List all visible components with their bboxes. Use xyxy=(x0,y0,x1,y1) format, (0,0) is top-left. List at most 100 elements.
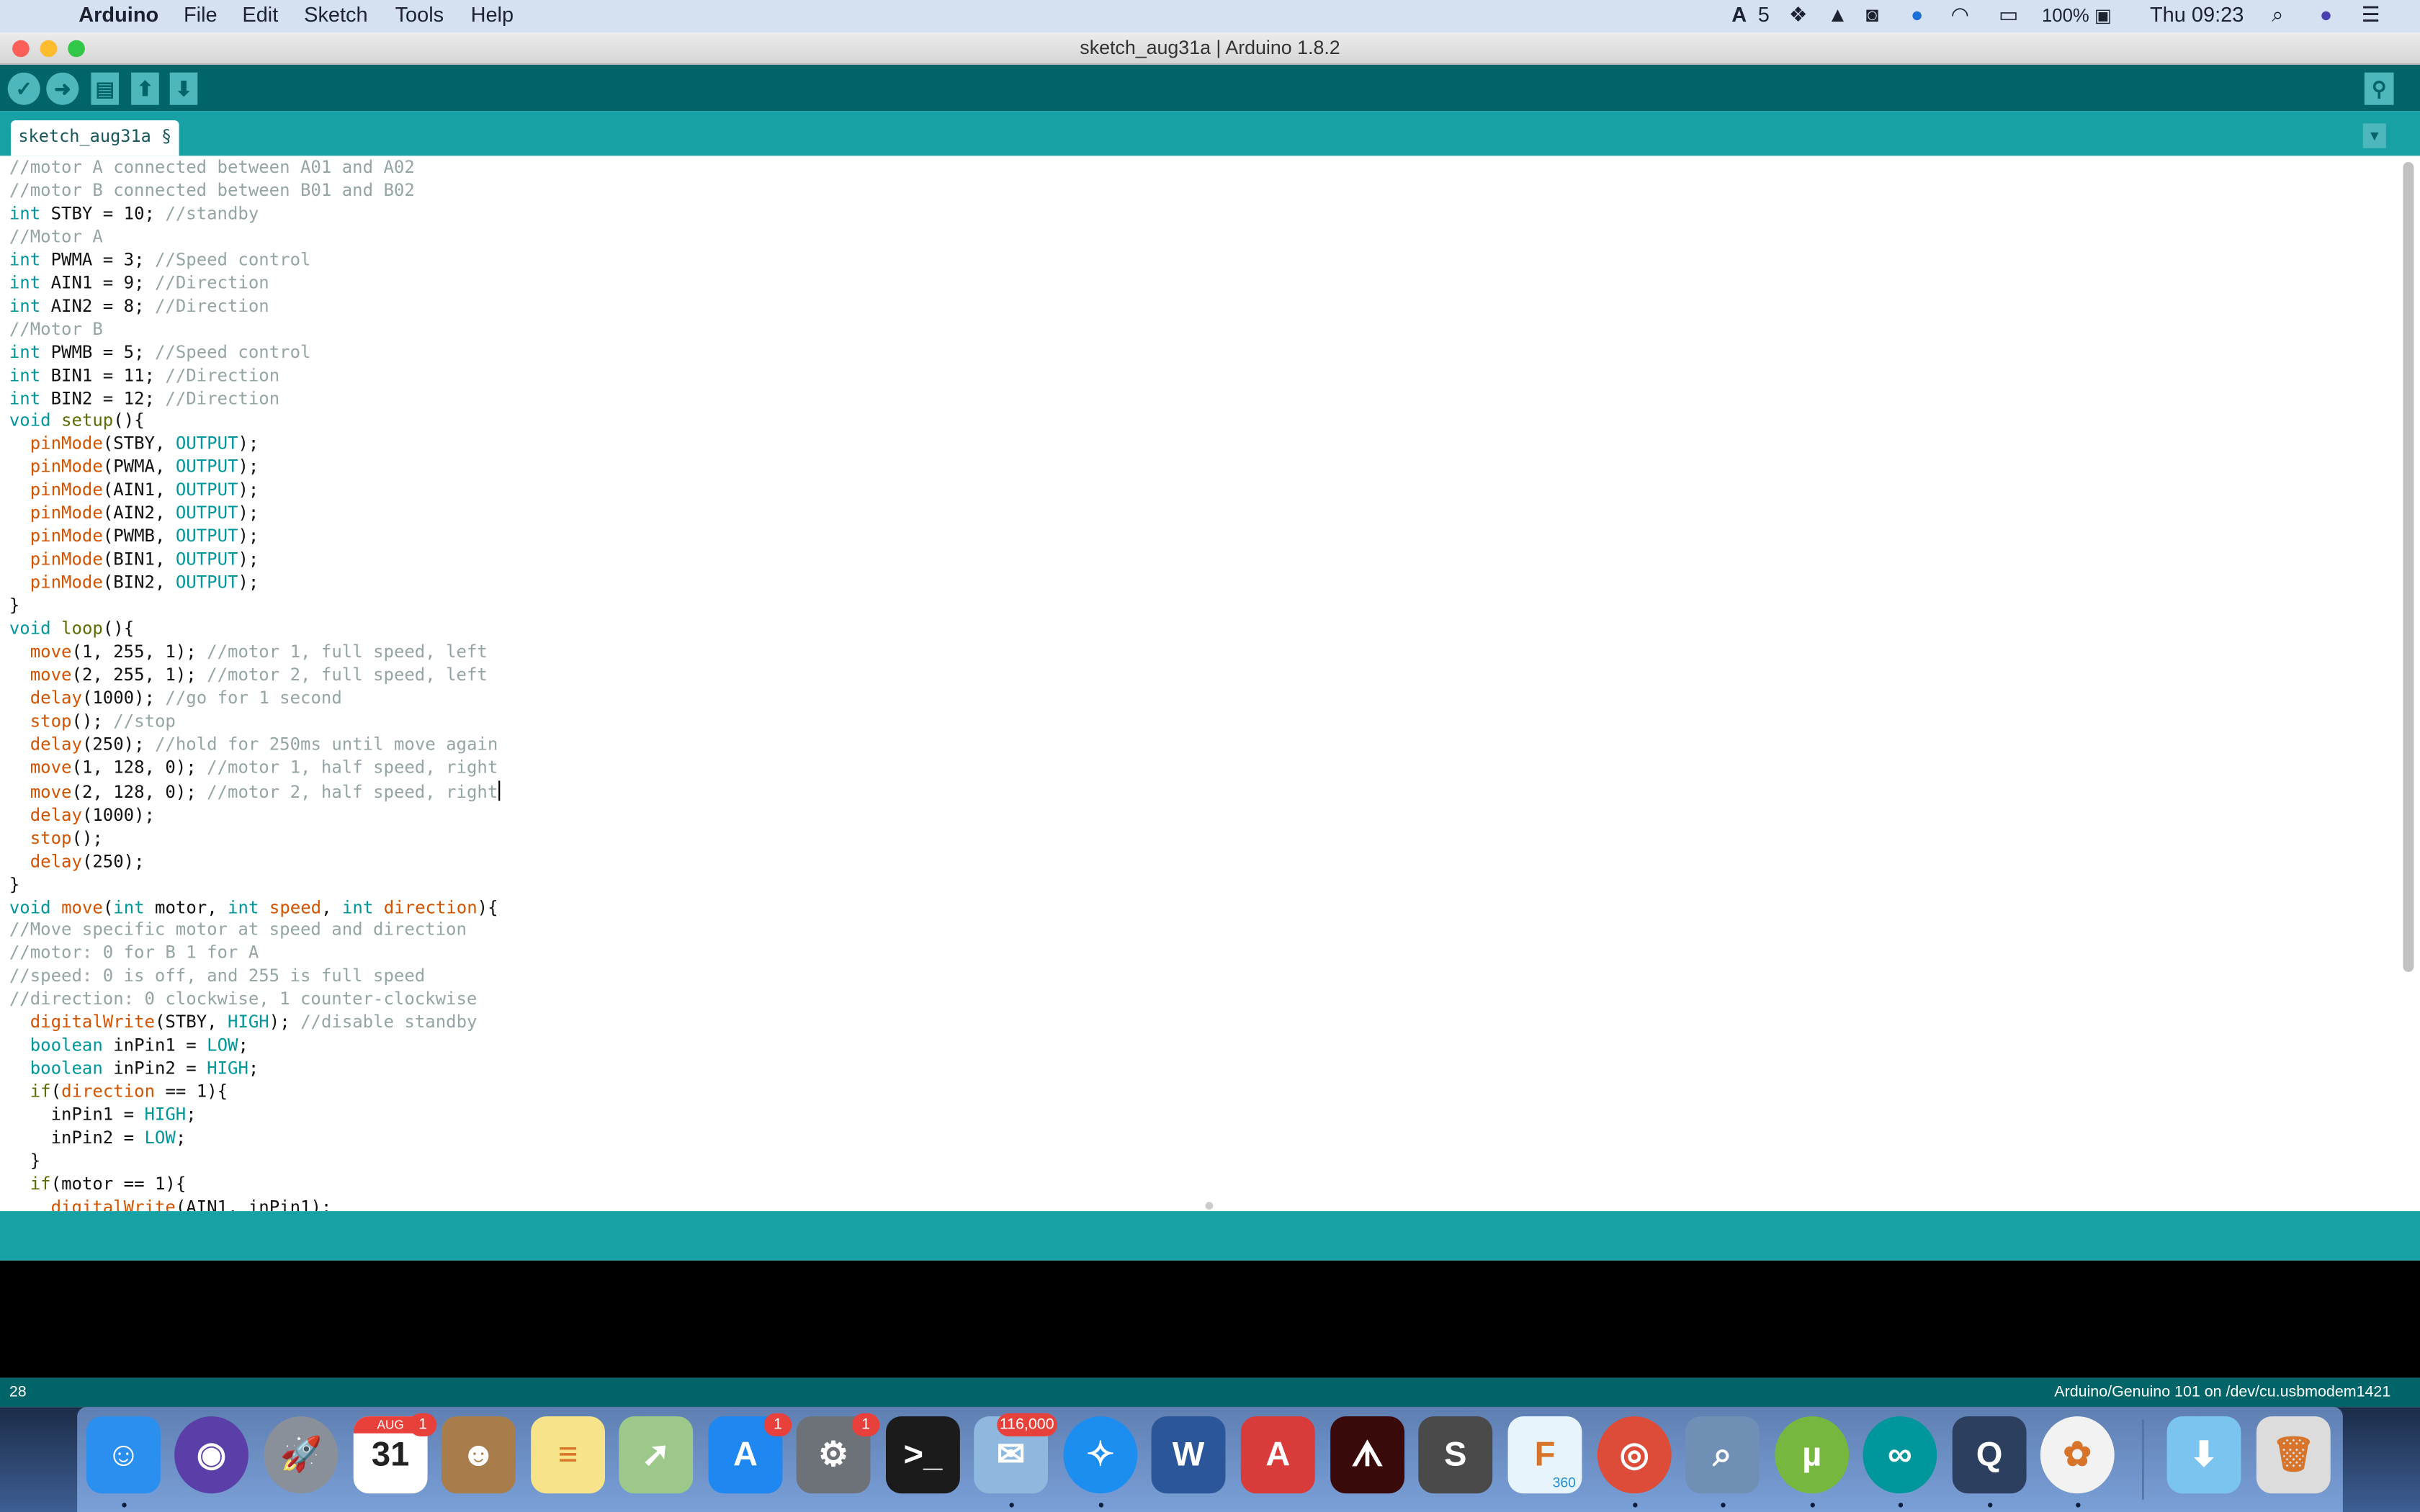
code-line[interactable]: move(1, 128, 0); //motor 1, half speed, … xyxy=(9,757,500,780)
tab-sketch[interactable]: sketch_aug31a § xyxy=(11,120,179,156)
dock-calendar-icon[interactable]: 31 AUG 1 xyxy=(353,1413,437,1494)
code-line[interactable]: boolean inPin2 = HIGH; xyxy=(9,1058,500,1081)
code-editor[interactable]: //motor A connected between A01 and A02/… xyxy=(0,156,2420,1212)
dock-word-icon[interactable]: W xyxy=(1151,1416,1226,1494)
dock-downloads-icon[interactable]: ⬇ xyxy=(2166,1416,2241,1494)
code-line[interactable]: delay(250); //hold for 250ms until move … xyxy=(9,734,500,757)
code-line[interactable]: inPin2 = LOW; xyxy=(9,1128,500,1151)
dock-safari-icon[interactable]: ✧ xyxy=(1063,1416,1138,1494)
dock-arduino-icon[interactable]: ∞ xyxy=(1863,1416,1937,1494)
code-line[interactable]: move(2, 255, 1); //motor 2, full speed, … xyxy=(9,665,500,688)
adobe-icon[interactable]: A xyxy=(1731,3,1747,26)
code-line[interactable]: //motor B connected between B01 and B02 xyxy=(9,181,500,204)
dock-siri-icon[interactable]: ◉ xyxy=(174,1416,248,1494)
spotlight-icon[interactable]: ⌕ xyxy=(2272,3,2283,27)
code-line[interactable]: move(2, 128, 0); //motor 2, half speed, … xyxy=(9,780,500,805)
code-line[interactable]: stop(); xyxy=(9,828,500,851)
code-line[interactable]: } xyxy=(9,595,500,618)
code-line[interactable]: move(1, 255, 1); //motor 1, full speed, … xyxy=(9,642,500,665)
code-line[interactable]: int AIN1 = 9; //Direction xyxy=(9,273,500,296)
dock-quicktime-icon[interactable]: Q xyxy=(1952,1416,2027,1494)
code-content[interactable]: //motor A connected between A01 and A02/… xyxy=(9,158,500,1212)
code-line[interactable]: //direction: 0 clockwise, 1 counter-cloc… xyxy=(9,989,500,1012)
dock-system-preferences-icon[interactable]: ⚙ 1 xyxy=(796,1413,880,1494)
code-line[interactable]: pinMode(STBY, OUTPUT); xyxy=(9,434,500,457)
code-line[interactable]: pinMode(AIN2, OUTPUT); xyxy=(9,503,500,526)
dock-mail-icon[interactable]: ✉ 116,000 xyxy=(974,1413,1057,1494)
console-output[interactable] xyxy=(0,1260,2420,1378)
dock-app-store-icon[interactable]: A1 xyxy=(708,1413,792,1494)
code-line[interactable]: //Motor A xyxy=(9,227,500,250)
dock-sublime-text-icon[interactable]: S xyxy=(1418,1416,1493,1494)
code-line[interactable]: delay(250); xyxy=(9,851,500,874)
upload-button[interactable]: ➜ xyxy=(46,72,79,105)
sync-icon[interactable]: ● xyxy=(1911,3,1923,26)
code-line[interactable]: inPin1 = HIGH; xyxy=(9,1104,500,1128)
dock-finder-icon[interactable]: ☺ xyxy=(86,1416,161,1494)
dock-photos-icon[interactable]: ✿ xyxy=(2040,1416,2115,1494)
resize-handle[interactable] xyxy=(1205,1202,1214,1210)
code-line[interactable]: int PWMA = 3; //Speed control xyxy=(9,250,500,273)
new-button[interactable]: ▤ xyxy=(91,72,119,105)
code-line[interactable]: void move(int motor, int speed, int dire… xyxy=(9,897,500,920)
code-line[interactable]: //Motor B xyxy=(9,319,500,342)
menu-help[interactable]: Help xyxy=(471,3,514,26)
dock-notes-icon[interactable]: ≡ xyxy=(531,1416,605,1494)
code-line[interactable]: //motor A connected between A01 and A02 xyxy=(9,158,500,181)
code-line[interactable]: int BIN2 = 12; //Direction xyxy=(9,388,500,411)
menu-tools[interactable]: Tools xyxy=(395,3,444,26)
code-line[interactable]: int PWMB = 5; //Speed control xyxy=(9,342,500,365)
code-line[interactable]: pinMode(AIN1, OUTPUT); xyxy=(9,480,500,503)
code-line[interactable]: if(motor == 1){ xyxy=(9,1174,500,1197)
code-line[interactable]: } xyxy=(9,1151,500,1174)
code-line[interactable]: delay(1000); //go for 1 second xyxy=(9,688,500,711)
notification-center-icon[interactable]: ☰ xyxy=(2362,3,2380,27)
dock-trash-icon[interactable]: 🗑 xyxy=(2256,1416,2331,1494)
code-line[interactable]: //Move specific motor at speed and direc… xyxy=(9,920,500,943)
serial-monitor-button[interactable]: ⚲ xyxy=(2364,72,2394,105)
code-line[interactable]: stop(); //stop xyxy=(9,711,500,734)
code-line[interactable]: int AIN2 = 8; //Direction xyxy=(9,296,500,319)
code-line[interactable]: int BIN1 = 11; //Direction xyxy=(9,365,500,388)
verify-button[interactable]: ✓ xyxy=(7,72,40,105)
open-button[interactable]: ⬆ xyxy=(131,72,159,105)
code-line[interactable]: void setup(){ xyxy=(9,411,500,434)
code-line[interactable]: //motor: 0 for B 1 for A xyxy=(9,943,500,966)
menu-edit[interactable]: Edit xyxy=(242,3,278,26)
code-line[interactable]: void loop(){ xyxy=(9,618,500,642)
save-button[interactable]: ⬇ xyxy=(169,72,198,105)
code-line[interactable]: pinMode(BIN2, OUTPUT); xyxy=(9,572,500,595)
code-line[interactable]: } xyxy=(9,874,500,897)
dropbox-icon[interactable]: ❖ xyxy=(1789,3,1808,27)
code-line[interactable]: digitalWrite(AIN1, inPin1); xyxy=(9,1197,500,1212)
dock-contacts-icon[interactable]: ☻ xyxy=(441,1416,516,1494)
dock-maps-icon[interactable]: ➚ xyxy=(619,1416,694,1494)
message-area[interactable] xyxy=(0,1211,2420,1261)
code-line[interactable]: boolean inPin1 = LOW; xyxy=(9,1035,500,1058)
google-drive-icon[interactable]: ▲ xyxy=(1827,3,1848,26)
dock-launchpad-icon[interactable]: 🚀 xyxy=(264,1416,339,1494)
menu-file[interactable]: File xyxy=(184,3,218,26)
dock-preview-icon[interactable]: ⌕ xyxy=(1685,1416,1760,1494)
menu-app-name[interactable]: Arduino xyxy=(79,3,158,26)
dock-utorrent-icon[interactable]: µ xyxy=(1775,1416,1850,1494)
code-line[interactable]: pinMode(BIN1, OUTPUT); xyxy=(9,549,500,572)
code-line[interactable]: if(direction == 1){ xyxy=(9,1081,500,1104)
code-line[interactable]: //speed: 0 is off, and 255 is full speed xyxy=(9,966,500,989)
camera-icon[interactable]: ◙ xyxy=(1866,3,1878,26)
code-line[interactable]: digitalWrite(STBY, HIGH); //disable stan… xyxy=(9,1012,500,1035)
siri-icon[interactable]: ● xyxy=(2320,3,2332,26)
wifi-icon[interactable]: ◠ xyxy=(1951,3,1969,27)
menu-sketch[interactable]: Sketch xyxy=(304,3,367,26)
vertical-scrollbar[interactable] xyxy=(2403,162,2414,972)
code-line[interactable]: delay(1000); xyxy=(9,805,500,828)
dock-terminal-icon[interactable]: >_ xyxy=(886,1416,960,1494)
code-line[interactable]: pinMode(PWMB, OUTPUT); xyxy=(9,526,500,549)
tab-menu-button[interactable]: ▼ xyxy=(2362,123,2386,148)
dock-fusion-360-icon[interactable]: F 360 xyxy=(1507,1416,1582,1494)
clock[interactable]: Thu 09:23 xyxy=(2150,3,2244,26)
code-line[interactable]: int STBY = 10; //standby xyxy=(9,204,500,227)
dock-autocad-icon[interactable]: A xyxy=(1240,1416,1315,1494)
dock-chrome-icon[interactable]: ◎ xyxy=(1597,1416,1672,1494)
code-line[interactable]: pinMode(PWMA, OUTPUT); xyxy=(9,457,500,480)
